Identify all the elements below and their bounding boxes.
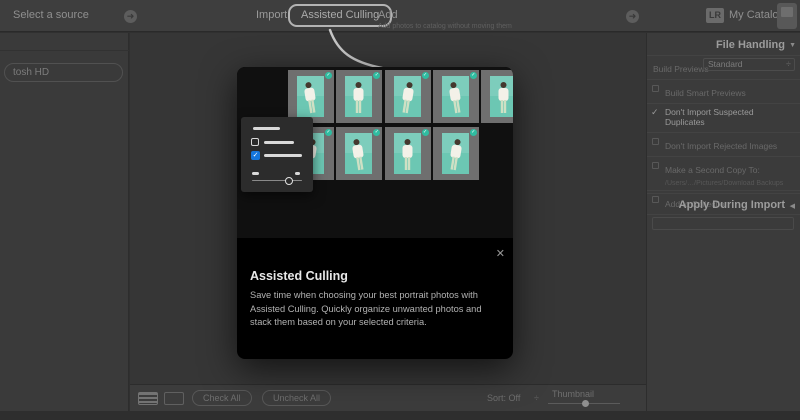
apply-during-import-title: Apply During Import — [647, 199, 800, 211]
photo-thumbnail[interactable]: ✓ — [385, 127, 431, 180]
culling-illustration: ✓ ✓ ✓ ✓ ✓ ✓ ✓ ✓ ✓ ✓ — [237, 67, 513, 238]
photo-thumbnail[interactable]: ✓ — [336, 127, 382, 180]
row-label: Don't Import Rejected Images — [665, 141, 777, 151]
uncheck-all-button[interactable]: Uncheck All — [262, 390, 331, 406]
apply-during-import-header[interactable]: Apply During Import ◀ — [647, 193, 800, 213]
selected-check-badge: ✓ — [373, 129, 380, 136]
panel-divider — [0, 50, 129, 51]
panel-toggle-inner — [781, 7, 793, 17]
selected-check-badge: ✓ — [470, 72, 477, 79]
close-icon[interactable]: ✕ — [496, 247, 505, 260]
dropdown-value: Standard — [708, 59, 743, 69]
photo-thumbnail[interactable]: ✓ — [288, 70, 334, 123]
checkbox[interactable] — [652, 162, 659, 169]
top-bar: Select a source ➜ Import Assisted Cullin… — [0, 0, 800, 32]
mock-checkbox-checked: ✓ — [251, 151, 260, 160]
option-row[interactable]: Make a Second Copy To: /Users/…/Pictures/… — [647, 156, 800, 190]
filmstrip-edge — [0, 411, 800, 420]
select-source-label[interactable]: Select a source — [13, 9, 89, 21]
collection-name-field-row[interactable] — [647, 214, 800, 233]
check-all-button[interactable]: Check All — [192, 390, 252, 406]
add-subtitle: Add photos to catalog without moving the… — [378, 23, 512, 30]
build-previews-row[interactable]: Build PreviewsStandard ÷ — [647, 55, 800, 79]
assisted-culling-modal: ✓ ✓ ✓ ✓ ✓ ✓ ✓ ✓ ✓ ✓ ✕ Assisted Culling Save time… — [237, 67, 513, 359]
tab-assisted-culling[interactable]: Assisted Culling — [288, 4, 392, 27]
file-handling-panel: File Handling ▼ Build PreviewsStandard÷B… — [646, 33, 800, 411]
selected-check-badge: ✓ — [470, 129, 477, 136]
row-label: Build Smart Previews — [665, 88, 746, 98]
previews-dropdown[interactable]: Standard ÷ — [703, 58, 795, 71]
selected-check-badge: ✓ — [373, 72, 380, 79]
sort-dropdown[interactable]: Sort: Off — [487, 393, 520, 403]
row-subtext: /Users/…/Pictures/Download Backups — [665, 180, 795, 187]
chevron-down-icon: ▼ — [789, 42, 796, 49]
portrait-photo — [442, 76, 469, 117]
portrait-photo — [297, 76, 324, 117]
bottom-toolbar: Check All Uncheck All Sort: Off ÷ Thumbn… — [130, 384, 646, 411]
mock-slider-knob — [285, 177, 293, 185]
chevron-left-icon: ◀ — [790, 202, 795, 210]
portrait-photo — [394, 76, 421, 117]
loupe-view-icon[interactable] — [164, 392, 184, 405]
modal-title: Assisted Culling — [250, 269, 348, 283]
culling-settings-mock-panel: ✓ — [241, 117, 313, 192]
lightroom-logo: LR — [706, 8, 724, 23]
lightroom-import-window: Select a source ➜ Import Assisted Cullin… — [0, 0, 800, 420]
portrait-photo — [345, 76, 372, 117]
grid-view-icon[interactable] — [138, 392, 158, 405]
mock-checkbox-unchecked — [251, 138, 259, 146]
photo-thumbnail[interactable]: ✓ — [385, 70, 431, 123]
thumbnail-size-label: Thumbnail — [552, 389, 594, 399]
mock-option-line — [264, 141, 294, 144]
portrait-photo — [490, 76, 513, 117]
tab-add[interactable]: Add — [378, 9, 398, 21]
photo-thumbnail[interactable]: ✓ — [433, 127, 479, 180]
photo-thumbnail[interactable]: ✓ — [433, 70, 479, 123]
file-handling-header[interactable]: File Handling ▼ — [647, 39, 800, 51]
mock-title-line — [253, 127, 280, 130]
photo-thumbnail[interactable]: ✓ — [481, 70, 513, 123]
portrait-photo — [394, 133, 421, 174]
mock-option-line — [264, 154, 302, 157]
mock-slider-max — [295, 172, 300, 175]
thumb-grid: ✓ ✓ ✓ ✓ ✓ ✓ ✓ ✓ ✓ — [288, 70, 513, 238]
destination-arrow-icon[interactable]: ➜ — [626, 10, 639, 23]
photo-thumbnail[interactable]: ✓ — [336, 70, 382, 123]
source-arrow-icon[interactable]: ➜ — [124, 10, 137, 23]
portrait-photo — [345, 133, 372, 174]
portrait-photo — [442, 133, 469, 174]
option-row[interactable]: ✓ Don't Import Suspected Duplicates — [647, 103, 800, 132]
mock-slider-track — [252, 180, 302, 181]
row-label: Don't Import Suspected Duplicates — [665, 107, 795, 127]
panel-toggle-icon[interactable] — [777, 3, 797, 29]
selected-check-badge: ✓ — [325, 72, 332, 79]
selected-check-badge: ✓ — [422, 129, 429, 136]
selected-check-badge: ✓ — [325, 129, 332, 136]
checkbox[interactable] — [652, 85, 659, 92]
tab-import[interactable]: Import — [256, 9, 287, 21]
row-label: Make a Second Copy To: — [665, 165, 760, 175]
source-item-macintosh-hd[interactable]: tosh HD — [4, 63, 123, 82]
mock-slider-min — [252, 172, 259, 175]
thumbnail-slider-knob[interactable] — [582, 400, 589, 407]
checkbox[interactable] — [652, 138, 659, 145]
selected-check-badge: ✓ — [422, 72, 429, 79]
source-panel: tosh HD — [0, 33, 129, 411]
checkmark-icon: ✓ — [651, 107, 659, 118]
sort-dropdown-icon: ÷ — [534, 393, 539, 403]
option-row[interactable]: Don't Import Rejected Images — [647, 132, 800, 156]
dropdown-arrow-icon: ÷ — [786, 59, 791, 70]
row-label: Build Previews — [653, 64, 709, 74]
file-handling-title: File Handling — [647, 39, 800, 51]
option-row[interactable]: Build Smart Previews — [647, 79, 800, 103]
collection-name-field[interactable] — [652, 217, 794, 230]
modal-description: Save time when choosing your best portra… — [250, 289, 502, 330]
